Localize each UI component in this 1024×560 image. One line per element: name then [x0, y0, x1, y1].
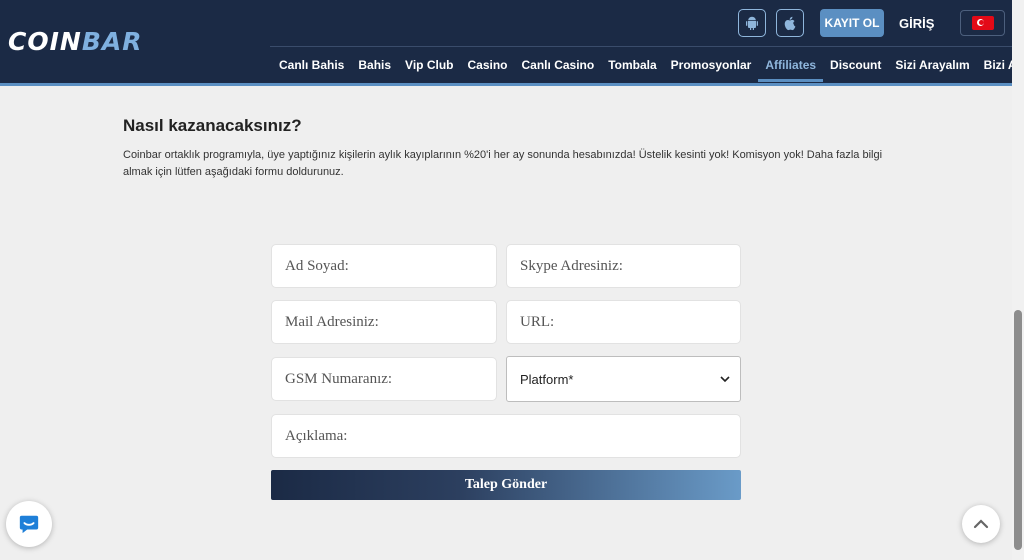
url-field[interactable] [506, 300, 741, 344]
page-scrollbar[interactable] [1012, 0, 1024, 560]
login-link[interactable]: GİRİŞ [899, 16, 934, 31]
nav-item-canli-bahis[interactable]: Canlı Bahis [272, 52, 351, 82]
page-title: Nasıl kazanacaksınız? [123, 116, 302, 135]
android-app-button[interactable] [738, 9, 766, 37]
coinbar-logo[interactable]: COIN BAR [8, 26, 142, 56]
email-field[interactable] [271, 300, 497, 344]
logo-text-coin: COIN [8, 26, 82, 56]
scrollbar-thumb[interactable] [1014, 310, 1022, 550]
nav-item-vip-club[interactable]: Vip Club [398, 52, 460, 82]
nav-item-canli-casino[interactable]: Canlı Casino [515, 52, 602, 82]
nav-item-promosyonlar[interactable]: Promosyonlar [664, 52, 759, 82]
top-header: COIN BAR KAYIT OL GİRİŞ Canlı Bahis Bahis… [0, 0, 1024, 83]
nav-item-sizi-arayalim[interactable]: Sizi Arayalım [888, 52, 976, 82]
turkey-flag-icon [971, 16, 994, 30]
nav-item-affiliates[interactable]: Affiliates [758, 52, 824, 82]
chat-icon [19, 515, 39, 534]
live-chat-button[interactable] [6, 501, 52, 547]
ios-app-button[interactable] [776, 9, 804, 37]
apple-icon [784, 16, 796, 31]
android-icon [746, 16, 758, 30]
name-field[interactable] [271, 244, 497, 288]
submit-button[interactable]: Talep Gönder [271, 470, 741, 500]
gsm-field[interactable] [271, 357, 497, 401]
nav-item-bahis[interactable]: Bahis [351, 52, 398, 82]
logo-text-bar: BAR [81, 26, 143, 56]
platform-select-value: Platform* [520, 371, 574, 387]
nav-item-discount[interactable]: Discount [823, 52, 888, 82]
chevron-up-icon [973, 519, 989, 529]
scroll-to-top-button[interactable] [962, 505, 1000, 543]
description-field[interactable] [271, 414, 741, 458]
page-description: Coinbar ortaklık programıyla, üye yaptığ… [123, 149, 883, 178]
nav-item-tombala[interactable]: Tombala [601, 52, 663, 82]
register-button[interactable]: KAYIT OL [820, 9, 884, 37]
header-accent-line [0, 83, 1012, 86]
nav-divider [270, 46, 1012, 47]
platform-select[interactable]: Platform* [506, 356, 741, 402]
language-selector[interactable] [960, 10, 1005, 36]
chevron-down-icon [720, 376, 730, 383]
nav-item-casino[interactable]: Casino [461, 52, 515, 82]
skype-field[interactable] [506, 244, 741, 288]
main-nav: Canlı Bahis Bahis Vip Club Casino Canlı … [272, 52, 1024, 82]
